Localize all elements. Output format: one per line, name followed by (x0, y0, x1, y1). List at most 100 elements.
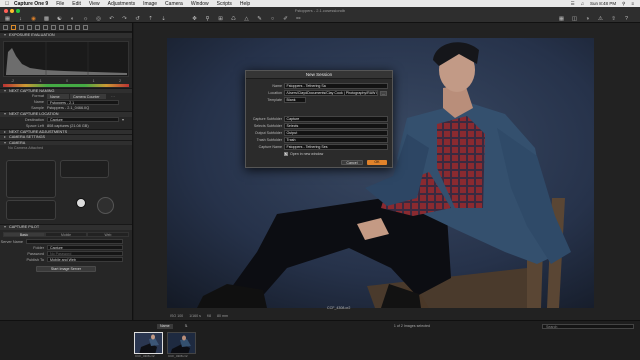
compare-icon[interactable]: ◫ (571, 16, 578, 22)
status-area: ☰ ♫ Sun 8:48 PM ⚲ ≡ (571, 1, 640, 7)
menu-help[interactable]: Help (240, 1, 250, 7)
layout-icon[interactable]: ▩ (43, 16, 50, 22)
destination-menu-icon[interactable]: ▾ (122, 117, 124, 122)
proof-icon[interactable]: ◑ (584, 16, 591, 22)
live-view-button[interactable] (76, 198, 86, 208)
camera-live-tile[interactable] (6, 160, 56, 198)
search-icon[interactable]: ⚲ (622, 1, 625, 7)
menu-scripts[interactable]: Scripts (217, 1, 232, 7)
volume-icon[interactable]: ♫ (581, 1, 584, 6)
straighten-icon[interactable]: ♺ (230, 16, 237, 22)
tab-mobile[interactable]: Mobile (45, 231, 87, 237)
tab-details-icon[interactable] (43, 24, 48, 30)
format-token-counter[interactable]: Camera Counter (70, 93, 106, 99)
clock[interactable]: Sun 8:48 PM (590, 1, 616, 6)
menu-camera[interactable]: Camera (165, 1, 183, 7)
capture-button[interactable] (97, 197, 114, 214)
tab-exposure-icon[interactable] (35, 24, 40, 30)
exposure-tool-icon[interactable]: ☼ (82, 16, 89, 22)
format-menu-icon[interactable]: ⋯ (111, 94, 115, 99)
toolbar: Fstoppers - 2.1.cosessiondb ▦ ↓ ◉ ▩ ☯ ◐ … (0, 7, 640, 23)
adjust-icon[interactable]: ☯ (56, 16, 63, 22)
section-label: EXPOSURE EVALUATION (9, 33, 55, 37)
reset-icon[interactable]: ↺ (134, 16, 141, 22)
mask-icon[interactable]: ✎ (256, 16, 263, 22)
template-select[interactable]: Blank (284, 97, 306, 103)
tab-capture-icon[interactable] (11, 24, 16, 30)
tab-lens-icon[interactable] (19, 24, 24, 30)
library-icon[interactable]: ▦ (4, 16, 11, 22)
share-icon[interactable]: ⇧ (610, 16, 617, 22)
folder-label: Folder (33, 245, 44, 250)
import-icon[interactable]: ↓ (17, 16, 24, 22)
annotate-icon[interactable]: ✏ (295, 16, 302, 22)
sort-direction-icon[interactable]: ⇅ (185, 324, 188, 328)
wifi-icon[interactable]: ☰ (571, 1, 575, 7)
menu-view[interactable]: View (89, 1, 100, 7)
folder-select[interactable]: Capture (47, 245, 123, 250)
section-exposure-evaluation[interactable]: ▾ EXPOSURE EVALUATION (0, 32, 132, 38)
keystone-icon[interactable]: △ (243, 16, 250, 22)
location-field[interactable]: /Users/ClaydDocuments/Clay Cook | Photog… (284, 90, 378, 96)
thumbnail[interactable] (134, 332, 163, 354)
session-name-input[interactable]: Fstoppers - Tethering Sa (284, 83, 388, 89)
sort-select[interactable]: Name (157, 323, 173, 329)
tab-metadata-icon[interactable] (67, 24, 72, 30)
trash-subfolder-input[interactable]: Trash (284, 137, 388, 143)
menu-adjustments[interactable]: Adjustments (108, 1, 136, 7)
cancel-button[interactable]: Cancel (341, 160, 363, 165)
menu-list-icon[interactable]: ≡ (631, 1, 634, 6)
exposure-warning-icon[interactable]: ⚠ (597, 16, 604, 22)
output-subfolder-input[interactable]: Output (284, 130, 388, 136)
capture-name-input[interactable]: Fstoppers - Tethering Ses (284, 144, 388, 150)
password-field[interactable]: No Password (47, 251, 123, 256)
menu-file[interactable]: File (56, 1, 64, 7)
image-viewer[interactable] (134, 23, 640, 320)
crop-icon[interactable]: ⊞ (217, 16, 224, 22)
menu-edit[interactable]: Edit (72, 1, 81, 7)
menu-app[interactable]: Capture One 9 (14, 1, 48, 7)
tab-basic[interactable]: Basic (3, 231, 45, 237)
format-token-name[interactable]: Name (47, 93, 69, 99)
undo-icon[interactable]: ↶ (108, 16, 115, 22)
selects-subfolder-input[interactable]: Selects (284, 123, 388, 129)
tab-web[interactable]: Web (87, 231, 129, 237)
server-name-field[interactable] (26, 239, 123, 244)
loupe-icon[interactable]: ⚲ (204, 16, 211, 22)
section-capture-pilot[interactable]: ▾ CAPTURE PILOT (0, 224, 132, 230)
open-new-window-checkbox[interactable]: ✓ (284, 152, 288, 156)
publish-select[interactable]: Mobile and Web (47, 257, 123, 262)
tab-library-icon[interactable] (3, 24, 8, 30)
tab-adjust-icon[interactable] (59, 24, 64, 30)
camera-settings-tile[interactable] (60, 160, 109, 178)
capture-subfolder-input[interactable]: Capture (284, 116, 388, 122)
apple-icon[interactable]:  (0, 1, 14, 7)
ok-button[interactable]: OK (367, 160, 387, 165)
tab-batch-icon[interactable] (83, 24, 88, 30)
camera-focus-tile[interactable] (6, 200, 56, 220)
menu-image[interactable]: Image (143, 1, 157, 7)
start-image-server-button[interactable]: Start Image Server (36, 265, 96, 272)
destination-select[interactable]: Capture (47, 117, 119, 122)
lens-icon[interactable]: ◎ (95, 16, 102, 22)
picker-icon[interactable]: ✐ (282, 16, 289, 22)
color-icon[interactable]: ◐ (69, 16, 76, 22)
browse-button[interactable]: ... (380, 90, 387, 96)
help-icon[interactable]: ? (623, 16, 630, 22)
pan-icon[interactable]: ✥ (191, 16, 198, 22)
copy-icon[interactable]: ⇡ (147, 16, 154, 22)
section-label: NEXT CAPTURE NAMING (9, 88, 55, 93)
name-field[interactable]: Fstoppers - 2.1 (47, 99, 119, 105)
paste-icon[interactable]: ⇣ (160, 16, 167, 22)
redo-icon[interactable]: ↷ (121, 16, 128, 22)
thumbnail[interactable] (167, 332, 196, 354)
filmstrip-search-input[interactable]: Search (542, 323, 634, 329)
trash-subfolder-label: Trash Subfolder (256, 138, 282, 142)
spot-icon[interactable]: ○ (269, 16, 276, 22)
grid-view-icon[interactable]: ▦ (558, 16, 565, 22)
tab-color-icon[interactable] (27, 24, 32, 30)
capture-icon[interactable]: ◉ (30, 16, 37, 22)
tab-output-icon[interactable] (75, 24, 80, 30)
tab-local-icon[interactable] (51, 24, 56, 30)
menu-window[interactable]: Window (191, 1, 209, 7)
